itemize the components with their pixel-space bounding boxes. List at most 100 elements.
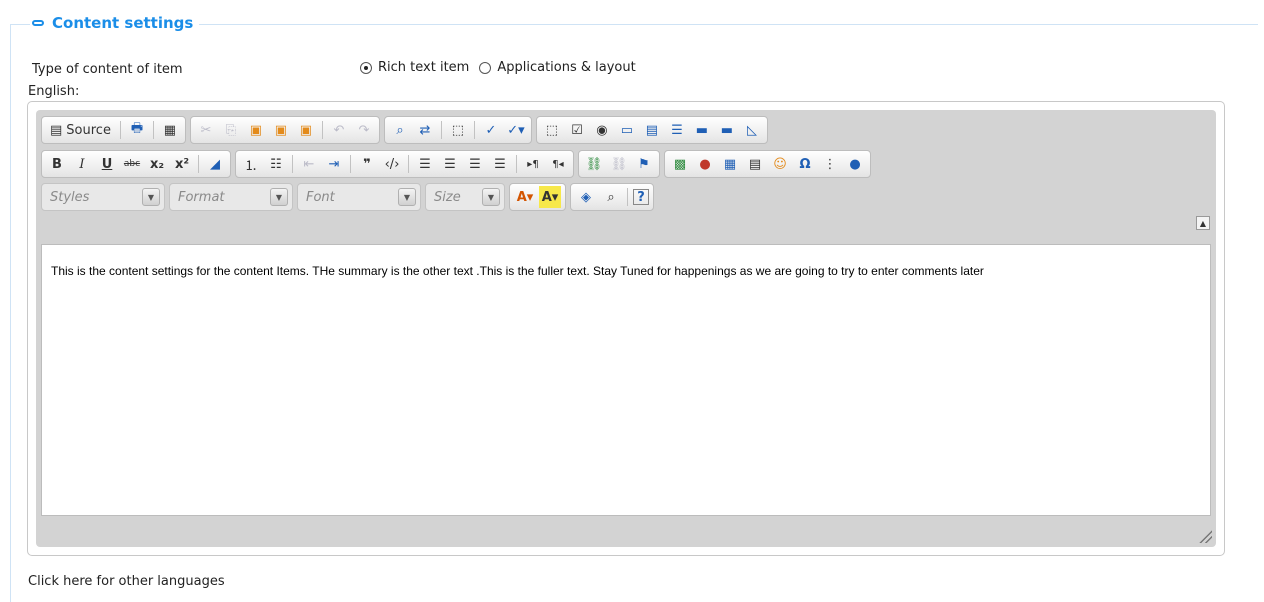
insert-group: ▩ ● ▦ ▤ ☺ Ω ⋮ ● — [664, 150, 871, 178]
superscript-icon[interactable]: x² — [171, 153, 193, 175]
strikethrough-icon[interactable]: abc — [121, 153, 143, 175]
maximize-icon[interactable]: ◈ — [575, 186, 597, 208]
separator — [350, 155, 351, 173]
text-field-icon[interactable]: ▭ — [616, 119, 638, 141]
page-break-icon[interactable]: ⋮ — [819, 153, 841, 175]
table-icon[interactable]: ▦ — [719, 153, 741, 175]
source-label: Source — [66, 122, 111, 138]
chevron-down-icon: ▼ — [270, 188, 288, 206]
unlink-icon[interactable]: ⛓ — [608, 153, 630, 175]
separator — [119, 121, 121, 139]
flash-icon[interactable]: ● — [694, 153, 716, 175]
background-color-icon[interactable]: A▾ — [539, 186, 561, 208]
blockquote-icon[interactable]: ❞ — [356, 153, 378, 175]
font-dropdown[interactable]: Font ▼ — [297, 183, 421, 211]
text-direction-rtl-icon[interactable]: ¶◂ — [547, 153, 569, 175]
create-div-icon[interactable]: ‹/› — [381, 153, 403, 175]
document-group: ▤ Source 🖶 ▦ — [41, 116, 186, 144]
outdent-icon[interactable]: ⇤ — [298, 153, 320, 175]
hidden-field-icon[interactable]: ◺ — [741, 119, 763, 141]
bold-icon[interactable]: B — [46, 153, 68, 175]
checkbox-icon[interactable]: ☑ — [566, 119, 588, 141]
separator — [321, 121, 323, 139]
size-dropdown[interactable]: Size ▼ — [425, 183, 505, 211]
type-of-content-label: Type of content of item — [32, 62, 183, 77]
replace-icon[interactable]: ⇄ — [414, 119, 436, 141]
iframe-icon[interactable]: ● — [844, 153, 866, 175]
redo-icon[interactable]: ↷ — [353, 119, 375, 141]
editor-content-text: This is the content settings for the con… — [51, 264, 984, 278]
find-icon[interactable]: ⌕ — [389, 119, 411, 141]
image-button-icon[interactable]: ▬ — [716, 119, 738, 141]
anchor-icon[interactable]: ⚑ — [633, 153, 655, 175]
templates-icon[interactable]: ▦ — [159, 119, 181, 141]
rich-text-radio[interactable] — [360, 61, 372, 74]
rich-text-editor-frame: ▤ Source 🖶 ▦ ✂ ⎘ ▣ ▣ ▣ ↶ ↷ ⌕ ⇄ ⬚ ✓ ✓▾ ⬚ … — [27, 101, 1225, 556]
underline-icon[interactable]: U — [96, 153, 118, 175]
spellcheck-icon[interactable]: ✓ — [480, 119, 502, 141]
show-blocks-icon[interactable]: ⌕ — [600, 186, 622, 208]
spellcheck-as-you-type-icon[interactable]: ✓▾ — [505, 119, 527, 141]
rich-text-radio-label[interactable]: Rich text item — [378, 60, 469, 75]
copy-icon[interactable]: ⎘ — [220, 119, 242, 141]
align-center-icon[interactable]: ☰ — [439, 153, 461, 175]
special-char-icon[interactable]: Ω — [794, 153, 816, 175]
section-title: Content settings — [52, 14, 194, 32]
form-icon[interactable]: ⬚ — [541, 119, 563, 141]
horizontal-rule-icon[interactable]: ▤ — [744, 153, 766, 175]
cut-icon[interactable]: ✂ — [195, 119, 217, 141]
links-group: ⛓ ⛓ ⚑ — [578, 150, 660, 178]
font-label: Font — [306, 189, 335, 205]
editor-content-area[interactable]: This is the content settings for the con… — [41, 244, 1211, 516]
text-direction-ltr-icon[interactable]: ▸¶ — [522, 153, 544, 175]
format-label: Format — [178, 189, 225, 205]
indent-icon[interactable]: ⇥ — [323, 153, 345, 175]
button-field-icon[interactable]: ▬ — [691, 119, 713, 141]
styles-label: Styles — [50, 189, 90, 205]
separator — [473, 121, 475, 139]
italic-icon[interactable]: I — [71, 153, 93, 175]
smiley-icon[interactable]: ☺ — [769, 153, 791, 175]
bulleted-list-icon[interactable]: ☷ — [265, 153, 287, 175]
toolbar-row-3: Styles ▼ Format ▼ Font ▼ Size ▼ A▾ A▾ ◈ … — [41, 183, 654, 211]
separator — [292, 155, 293, 173]
toolbar-row-2: B I U abc x₂ x² ◢ ⒈ ☷ ⇤ ⇥ ❞ ‹/› ☰ ☰ ☰ ☰ … — [41, 150, 871, 178]
styles-dropdown[interactable]: Styles ▼ — [41, 183, 165, 211]
rich-text-editor: ▤ Source 🖶 ▦ ✂ ⎘ ▣ ▣ ▣ ↶ ↷ ⌕ ⇄ ⬚ ✓ ✓▾ ⬚ … — [36, 110, 1216, 547]
align-left-icon[interactable]: ☰ — [414, 153, 436, 175]
separator — [516, 155, 517, 173]
paste-text-icon[interactable]: ▣ — [270, 119, 292, 141]
section-header[interactable]: Content settings — [30, 14, 200, 32]
paste-word-icon[interactable]: ▣ — [295, 119, 317, 141]
text-color-icon[interactable]: A▾ — [514, 186, 536, 208]
collapse-icon[interactable] — [32, 20, 44, 26]
language-label: English: — [28, 84, 80, 99]
applications-layout-radio[interactable] — [479, 61, 492, 74]
source-button[interactable]: ▤ Source — [46, 119, 115, 141]
other-languages-link[interactable]: Click here for other languages — [28, 574, 225, 589]
numbered-list-icon[interactable]: ⒈ — [240, 153, 262, 175]
help-icon[interactable]: ? — [633, 189, 649, 205]
collapse-toolbar-icon[interactable]: ▲ — [1196, 216, 1210, 230]
chevron-down-icon: ▼ — [398, 188, 416, 206]
subscript-icon[interactable]: x₂ — [146, 153, 168, 175]
clipboard-group: ✂ ⎘ ▣ ▣ ▣ ↶ ↷ — [189, 116, 380, 144]
select-all-icon[interactable]: ⬚ — [447, 119, 469, 141]
image-icon[interactable]: ▩ — [669, 153, 691, 175]
justify-icon[interactable]: ☰ — [489, 153, 511, 175]
remove-format-icon[interactable]: ◢ — [204, 153, 226, 175]
undo-icon[interactable]: ↶ — [328, 119, 350, 141]
content-type-radio-group: Rich text item Applications & layout — [356, 60, 636, 75]
paragraph-group: ⒈ ☷ ⇤ ⇥ ❞ ‹/› ☰ ☰ ☰ ☰ ▸¶ ¶◂ — [235, 150, 574, 178]
radio-button-icon[interactable]: ◉ — [591, 119, 613, 141]
textarea-icon[interactable]: ▤ — [641, 119, 663, 141]
resize-grip-icon[interactable] — [1198, 529, 1212, 543]
print-icon[interactable]: 🖶 — [126, 119, 148, 141]
paste-icon[interactable]: ▣ — [245, 119, 267, 141]
select-field-icon[interactable]: ☰ — [666, 119, 688, 141]
separator — [408, 155, 409, 173]
applications-layout-radio-label[interactable]: Applications & layout — [497, 60, 635, 75]
link-icon[interactable]: ⛓ — [583, 153, 605, 175]
format-dropdown[interactable]: Format ▼ — [169, 183, 293, 211]
align-right-icon[interactable]: ☰ — [464, 153, 486, 175]
